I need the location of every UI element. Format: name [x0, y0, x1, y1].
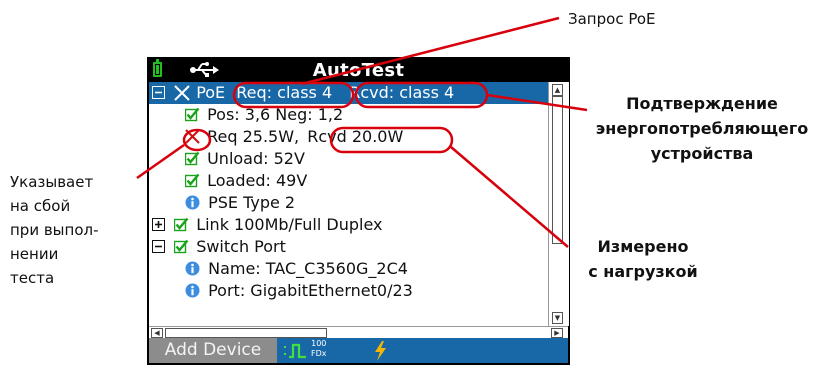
scroll-right-icon[interactable]: ▶ [551, 328, 563, 338]
callout-line: энергопотребляющего [595, 119, 809, 138]
callout-line: Указывает [10, 173, 94, 191]
collapse-icon[interactable] [152, 86, 165, 99]
callout-line: нении [10, 245, 59, 263]
horizontal-scroll-thumb[interactable] [165, 328, 327, 338]
tree-row-pos-neg[interactable]: Pos: 3,6 Neg: 1,2 [185, 104, 343, 126]
power-received: Rcvd 20.0W [307, 127, 404, 146]
tree-row-switch-port[interactable]: Switch Port [152, 236, 286, 258]
fail-x-icon [185, 129, 200, 144]
callout-device-confirmation: Подтверждение энергопотребляющего устрой… [578, 91, 826, 166]
poe-label: PoE [196, 83, 226, 102]
link-pulse-icon [284, 343, 306, 359]
pse-type-text: PSE Type 2 [208, 193, 296, 212]
scroll-up-icon[interactable]: ▲ [552, 84, 563, 96]
info-icon [185, 195, 200, 210]
power-requested: Req 25.5W, [207, 127, 300, 146]
pass-check-icon [174, 239, 189, 254]
link-speed-value: 100 [311, 339, 327, 348]
loaded-text: Loaded: 49V [207, 171, 308, 190]
pass-check-icon [185, 107, 200, 122]
tree-row-switch-port-id[interactable]: Port: GigabitEthernet0/23 [185, 280, 413, 302]
poe-received-class: Rcvd: class 4 [349, 83, 455, 102]
callout-line: на сбой [10, 197, 71, 215]
vertical-scrollbar[interactable]: ▲ ▼ [548, 82, 569, 326]
tree-row-switch-name[interactable]: Name: TAC_C3560G_2C4 [185, 258, 408, 280]
callout-measured-load: Измерено с нагрузкой [558, 234, 728, 284]
poe-requested-class: Req: class 4 [236, 83, 333, 102]
collapse-icon[interactable] [152, 240, 165, 253]
callout-line: при выпол- [10, 221, 99, 239]
link-text: Link 100Mb/Full Duplex [196, 215, 383, 234]
tree-row-unload[interactable]: Unload: 52V [185, 148, 305, 170]
title-bar: AutoTest [149, 59, 568, 82]
link-duplex: FDx [311, 349, 327, 358]
switch-port-id-text: Port: GigabitEthernet0/23 [208, 281, 413, 300]
tree-row-pse-type[interactable]: PSE Type 2 [185, 192, 295, 214]
status-bar: Add Device 100 FDx [149, 338, 568, 363]
pass-check-icon [174, 217, 189, 232]
expand-icon[interactable] [152, 218, 165, 231]
tree-row-loaded[interactable]: Loaded: 49V [185, 170, 307, 192]
scroll-left-icon[interactable]: ◀ [151, 328, 163, 338]
callout-line: теста [10, 269, 55, 287]
callout-line: устройства [650, 144, 754, 163]
switch-name-text: Name: TAC_C3560G_2C4 [208, 259, 408, 278]
callout-line: с нагрузкой [588, 262, 698, 281]
tree-row-link[interactable]: Link 100Mb/Full Duplex [152, 214, 382, 236]
callout-line: Измерено [597, 237, 689, 256]
info-icon [185, 283, 200, 298]
info-icon [185, 261, 200, 276]
callout-failure-indicator: Указывает на сбой при выпол- нении теста [10, 170, 135, 290]
switch-port-text: Switch Port [196, 237, 286, 256]
callout-line: Подтверждение [626, 94, 778, 113]
tree-row-poe[interactable]: PoE Req: class 4 Rcvd: class 4 [149, 82, 548, 104]
pass-check-icon [185, 151, 200, 166]
pass-check-icon [185, 173, 200, 188]
results-tree[interactable]: PoE Req: class 4 Rcvd: class 4 Pos: 3,6 … [149, 82, 548, 326]
vertical-scroll-thumb[interactable] [552, 96, 563, 244]
scroll-down-icon[interactable]: ▼ [552, 312, 563, 324]
unload-text: Unload: 52V [207, 149, 305, 168]
link-speed: 100 FDx [311, 339, 327, 359]
power-bolt-icon [375, 341, 386, 361]
fail-x-icon [173, 84, 191, 102]
autotest-screen: AutoTest PoE Req: class 4 Rcvd: class 4 … [147, 57, 570, 365]
pos-neg-text: Pos: 3,6 Neg: 1,2 [207, 105, 344, 124]
tree-row-power[interactable]: Req 25.5W, Rcvd 20.0W [185, 126, 403, 148]
add-device-button[interactable]: Add Device [149, 338, 277, 363]
callout-poe-request: Запрос PoE [568, 10, 656, 28]
screen-title: AutoTest [312, 60, 405, 81]
